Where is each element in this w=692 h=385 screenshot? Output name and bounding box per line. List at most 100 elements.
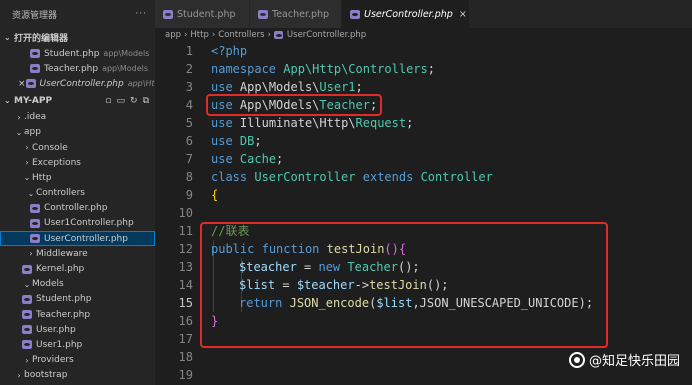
- line-number: 14: [178, 278, 193, 292]
- code-editor[interactable]: 1 <?php 2 namespace App\Http\Controllers; …: [155, 42, 692, 385]
- line-number: 8: [185, 170, 193, 184]
- tree-label: Providers: [32, 355, 74, 366]
- close-icon[interactable]: ×: [18, 79, 26, 89]
- breadcrumb-item[interactable]: Http: [190, 30, 208, 40]
- code-token: UserController: [254, 170, 356, 184]
- tab-student[interactable]: Student.php: [155, 0, 250, 28]
- tree-folder[interactable]: › Providers: [0, 353, 155, 368]
- tree-folder[interactable]: › .idea: [0, 110, 155, 125]
- project-section[interactable]: ⌄ MY-APP ▫ ▭ ↻ ⧉: [0, 92, 155, 110]
- tree-label: Http: [32, 172, 52, 183]
- code-token: class: [211, 170, 248, 184]
- line-number: 19: [178, 368, 193, 382]
- tree-folder[interactable]: ⌄ Controllers: [0, 186, 155, 201]
- tree-folder[interactable]: › Middleware: [0, 246, 155, 261]
- tree-label: Exceptions: [32, 157, 81, 168]
- tree-label: Controller.php: [44, 203, 108, 214]
- tree-folder[interactable]: › Console: [0, 140, 155, 155]
- code-token: User1: [319, 80, 356, 94]
- tree-label: Models: [32, 279, 64, 290]
- open-editor-item-teacher[interactable]: Teacher.php app\Models: [0, 61, 155, 76]
- tree-folder[interactable]: ⌄ Models: [0, 277, 155, 292]
- code-token: Illuminate\Http\: [239, 116, 356, 130]
- php-file-icon: [22, 264, 32, 274]
- new-file-icon[interactable]: ▫: [105, 96, 111, 106]
- tree-file[interactable]: Teacher.php: [0, 307, 155, 322]
- breadcrumb-item[interactable]: app: [165, 30, 181, 40]
- tab-bar: Student.php Teacher.php UserController.p…: [155, 0, 692, 28]
- line-number: 7: [185, 152, 193, 166]
- line-number: 5: [185, 116, 193, 130]
- tree-folder[interactable]: ⌄ app: [0, 125, 155, 140]
- code-token: <?php: [211, 44, 248, 58]
- new-folder-icon[interactable]: ▭: [117, 96, 126, 106]
- code-token: App\Models\: [239, 80, 320, 94]
- code-line: 2 namespace App\Http\Controllers;: [155, 60, 692, 78]
- close-icon[interactable]: ×: [459, 9, 467, 20]
- php-file-icon: [25, 79, 36, 89]
- code-token: use: [211, 116, 233, 130]
- chevron-right-icon: ›: [25, 143, 29, 153]
- line-number: 9: [185, 188, 193, 202]
- tree-file[interactable]: Kernel.php: [0, 261, 155, 276]
- explorer-title: 资源管理器: [12, 10, 58, 21]
- collapse-all-icon[interactable]: ⧉: [143, 96, 149, 106]
- tree-label: User1Controller.php: [44, 218, 134, 229]
- chevron-right-icon: ›: [17, 112, 21, 122]
- open-editors-label: 打开的编辑器: [14, 33, 69, 44]
- open-editors-section[interactable]: ⌄ 打开的编辑器: [0, 28, 155, 46]
- code-token: App\Http\Controllers: [283, 62, 428, 76]
- code-line: 9{: [155, 186, 692, 204]
- line-number: 4: [185, 98, 193, 112]
- refresh-icon[interactable]: ↻: [130, 96, 138, 106]
- code-token: use: [211, 134, 233, 148]
- line-number: 12: [178, 242, 193, 256]
- open-editor-item-usercontroller[interactable]: × UserController.php app\Htt...: [0, 76, 155, 91]
- chevron-right-icon: ›: [25, 158, 29, 168]
- tree-file[interactable]: Student.php: [0, 292, 155, 307]
- tree-file[interactable]: User.php: [0, 322, 155, 337]
- tree-file[interactable]: Controller.php: [0, 201, 155, 216]
- line-number: 11: [178, 224, 193, 238]
- more-actions-icon[interactable]: ···: [135, 9, 147, 19]
- open-editor-path: app\Models: [103, 49, 150, 59]
- tree-folder[interactable]: › Exceptions: [0, 155, 155, 170]
- tree-label: app: [24, 127, 41, 138]
- open-editor-name: Teacher.php: [44, 63, 99, 74]
- code-line: 10: [155, 204, 692, 222]
- tree-file[interactable]: User1.php: [0, 337, 155, 352]
- tree-file[interactable]: User1Controller.php: [0, 216, 155, 231]
- tree-label: Console: [32, 142, 68, 153]
- open-editor-name: UserController.php: [39, 78, 124, 89]
- tree-label: UserController.php: [44, 233, 128, 244]
- line-number: 18: [178, 350, 193, 364]
- code-line: 6 use DB;: [155, 132, 692, 150]
- breadcrumb-item[interactable]: Controllers: [218, 30, 264, 40]
- php-file-icon: [30, 234, 40, 244]
- code-token: Cache: [239, 152, 277, 166]
- php-file-icon: [30, 64, 40, 74]
- tree-label: .idea: [24, 112, 47, 123]
- code-token: use: [211, 152, 233, 166]
- tab-usercontroller[interactable]: UserController.php ×: [342, 0, 470, 28]
- php-file-icon: [22, 310, 32, 320]
- php-file-icon: [258, 9, 268, 19]
- php-file-icon: [22, 325, 32, 335]
- tab-teacher[interactable]: Teacher.php: [250, 0, 342, 28]
- tree-label: Student.php: [36, 294, 92, 305]
- tree-folder[interactable]: ⌄ Http: [0, 170, 155, 185]
- breadcrumb-item[interactable]: UserController.php: [287, 30, 366, 40]
- code-token: {: [211, 188, 219, 202]
- line-number: 17: [178, 332, 193, 346]
- line-number: 2: [185, 62, 193, 76]
- code-token: Controller: [420, 170, 493, 184]
- explorer-header: 资源管理器 ···: [0, 0, 155, 28]
- open-editor-item-student[interactable]: Student.php app\Models: [0, 46, 155, 61]
- tree-file-selected[interactable]: UserController.php: [0, 231, 155, 247]
- open-editor-path: app\Models: [102, 64, 149, 74]
- tree-folder[interactable]: › bootstrap: [0, 368, 155, 383]
- editor-area: Student.php Teacher.php UserController.p…: [155, 0, 692, 385]
- chevron-right-icon: ›: [184, 30, 188, 40]
